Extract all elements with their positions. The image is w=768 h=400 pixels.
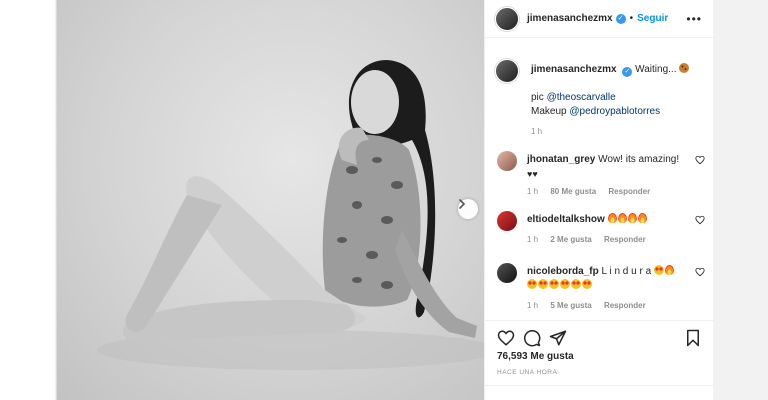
- comment-meta: 1 h 80 Me gusta Responder: [527, 187, 660, 196]
- heart-eyes-emoji-icon: [549, 279, 559, 289]
- author-avatar[interactable]: [495, 6, 519, 31]
- credit-prefix: pic: [531, 92, 547, 103]
- author-username[interactable]: jimenasanchezmx: [527, 13, 613, 24]
- caption-makeup-line: Makeup @pedroypablotorres: [531, 105, 706, 119]
- comment-text: L i n d u r a: [601, 266, 652, 277]
- comment-body: jhonatan_grey Wow! its amazing! ♥♥: [527, 153, 687, 182]
- comment-text: Wow! its amazing!: [598, 154, 680, 165]
- caption-time: 1 h: [531, 127, 543, 136]
- separator-dot: •: [629, 13, 634, 24]
- black-heart-emoji-icon: ♥♥: [527, 169, 538, 179]
- caption-avatar[interactable]: [495, 59, 519, 83]
- fire-emoji-icon: [664, 265, 674, 275]
- caption-body: jimenasanchezmx ✓ Waiting... pic @theosc…: [531, 63, 706, 139]
- comment-username[interactable]: nicoleborda_fp: [527, 266, 599, 277]
- heart-eyes-emoji-icon: [527, 279, 537, 289]
- commenter-avatar[interactable]: [497, 211, 517, 231]
- chevron-right-icon: [459, 199, 466, 209]
- post-timestamp: HACE UNA HORA: [497, 369, 558, 376]
- fire-emoji-icon: [617, 213, 627, 223]
- comment-item: nicoleborda_fp L i n d u r a 1 h 5 Me gu…: [495, 263, 705, 319]
- post-details-panel: jimenasanchezmx ✓ • Seguir ••• jimenasan…: [484, 0, 714, 400]
- commenter-avatar[interactable]: [497, 151, 517, 171]
- photo-figure-illustration: [97, 60, 484, 370]
- heart-eyes-emoji-icon: [560, 279, 570, 289]
- add-comment-area[interactable]: [485, 385, 714, 400]
- comment-username[interactable]: jhonatan_grey: [527, 154, 595, 165]
- like-comment-heart-icon[interactable]: [695, 215, 705, 225]
- reply-button[interactable]: Responder: [604, 235, 646, 244]
- like-comment-heart-icon[interactable]: [695, 267, 705, 277]
- caption-username[interactable]: jimenasanchezmx: [531, 64, 617, 75]
- caption-credit-line: pic @theoscarvalle: [531, 91, 706, 105]
- heart-icon[interactable]: [497, 329, 515, 347]
- comment-time: 1 h: [527, 301, 539, 310]
- comment-body: eltiodeltalkshow: [527, 213, 687, 227]
- fire-emoji-icon: [637, 213, 647, 223]
- left-backdrop: [0, 0, 56, 400]
- comments-scroll-area[interactable]: jimenasanchezmx ✓ Waiting... pic @theosc…: [485, 39, 714, 320]
- heart-eyes-emoji-icon: [653, 265, 664, 275]
- likes-count[interactable]: 76,593 Me gusta: [497, 351, 574, 362]
- makeup-prefix: Makeup: [531, 106, 570, 117]
- commenter-avatar[interactable]: [497, 263, 517, 283]
- comment-body: nicoleborda_fp L i n d u r a: [527, 265, 687, 293]
- verified-badge-icon: ✓: [622, 67, 633, 77]
- post-header: jimenasanchezmx ✓ • Seguir •••: [485, 0, 714, 38]
- comment-meta: 1 h 5 Me gusta Responder: [527, 301, 656, 310]
- comment-meta: 1 h 2 Me gusta Responder: [527, 235, 656, 244]
- heart-eyes-emoji-icon: [538, 279, 548, 289]
- comment-item: jhonatan_grey Wow! its amazing! ♥♥ 1 h 8…: [495, 151, 705, 201]
- mention-link[interactable]: @pedroypablotorres: [569, 106, 660, 117]
- next-photo-button[interactable]: [458, 199, 478, 219]
- more-options-icon[interactable]: •••: [686, 12, 702, 26]
- comment-icon[interactable]: [523, 329, 541, 347]
- heart-eyes-emoji-icon: [582, 279, 592, 289]
- share-icon[interactable]: [549, 329, 567, 347]
- mention-link[interactable]: @theoscarvalle: [547, 92, 616, 103]
- comment-username[interactable]: eltiodeltalkshow: [527, 214, 605, 225]
- follow-button[interactable]: Seguir: [637, 13, 668, 24]
- caption-text: Waiting...: [635, 64, 677, 75]
- comment-likes[interactable]: 80 Me gusta: [550, 187, 596, 196]
- right-backdrop: [712, 0, 768, 400]
- cookie-emoji-icon: [679, 63, 690, 73]
- reply-button[interactable]: Responder: [608, 187, 650, 196]
- reply-button[interactable]: Responder: [604, 301, 646, 310]
- comment-likes[interactable]: 5 Me gusta: [550, 301, 591, 310]
- bookmark-icon[interactable]: [684, 329, 702, 347]
- comment-time: 1 h: [527, 187, 539, 196]
- like-comment-heart-icon[interactable]: [695, 155, 705, 165]
- comment-likes[interactable]: 2 Me gusta: [550, 235, 591, 244]
- fire-emoji-icon: [627, 213, 637, 223]
- post-photo[interactable]: [57, 0, 484, 400]
- post-actions: 76,593 Me gusta HACE UNA HORA: [485, 320, 714, 400]
- comment-time: 1 h: [527, 235, 539, 244]
- verified-badge-icon: ✓: [615, 13, 626, 24]
- fire-emoji-icon: [607, 213, 617, 223]
- comment-item: eltiodeltalkshow 1 h 2 Me gusta Responde…: [495, 211, 705, 251]
- post-modal: jimenasanchezmx ✓ • Seguir ••• jimenasan…: [56, 0, 714, 400]
- heart-eyes-emoji-icon: [571, 279, 581, 289]
